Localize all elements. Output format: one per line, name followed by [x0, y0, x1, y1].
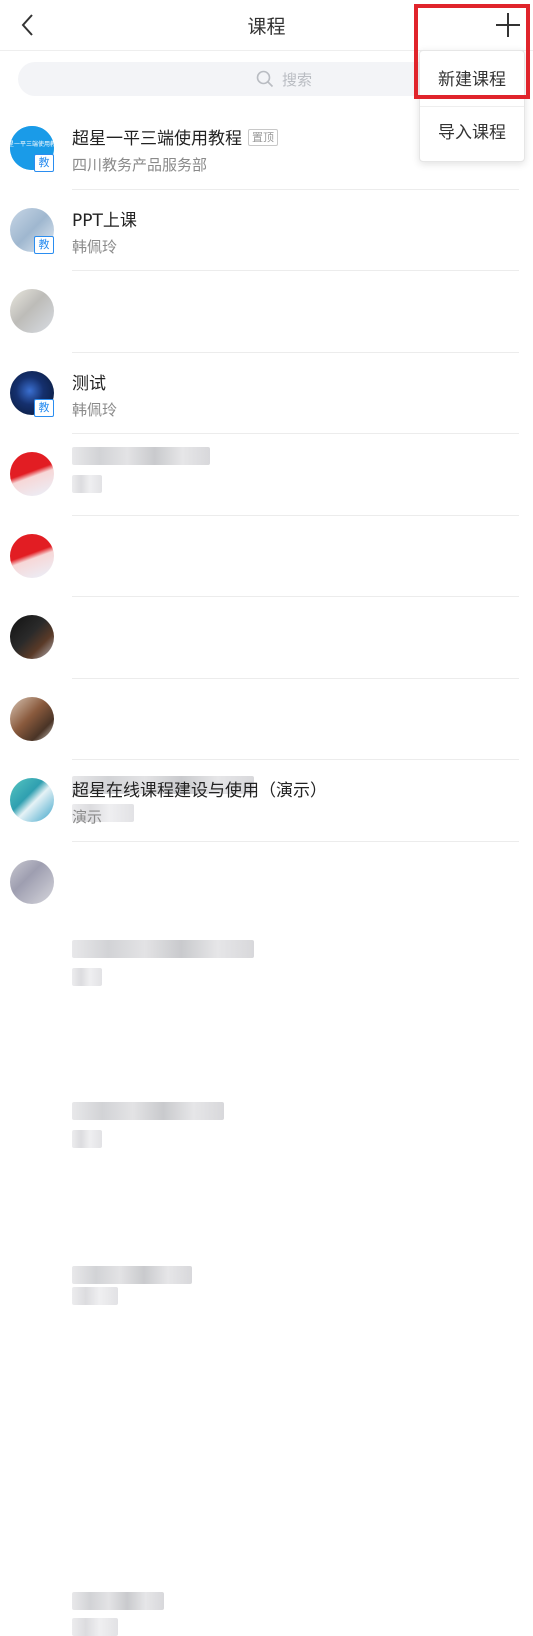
course-cover-blurred — [10, 859, 54, 904]
highlight-box — [414, 4, 530, 99]
list-item[interactable]: 教 测试 韩佩玲 — [0, 353, 533, 434]
course-list: 超星一平三端使用教程 教 超星一平三端使用教程置顶 四川教务产品服务部 教 PP… — [0, 108, 533, 1636]
course-teacher: 四川教务产品服务部 — [72, 156, 208, 174]
search-placeholder: 搜索 — [282, 71, 313, 89]
cover-text: 超星一平三端使用教程 — [10, 140, 54, 148]
course-cover-blurred — [10, 452, 54, 496]
blurred-name — [72, 1591, 164, 1610]
course-name: 超星一平三端使用教程 置顶 — [72, 124, 278, 149]
course-cover-blurred — [10, 696, 54, 741]
blurred-name — [72, 1265, 192, 1284]
course-teacher: 韩佩玲 — [72, 237, 118, 256]
course-cover-blurred — [10, 615, 54, 659]
course-name: 超星在线课程建设与使用（演示） — [72, 781, 327, 801]
blurred-subtitle — [72, 967, 102, 986]
pinned-tag: 置顶 — [248, 129, 278, 146]
course-cover-blurred — [10, 533, 54, 578]
course-name-text: 超星一平三端使用教程 — [72, 129, 242, 149]
menu-item-import-course[interactable]: 导入课程 — [420, 106, 524, 160]
list-item[interactable] — [0, 679, 533, 1305]
blurred-subtitle — [72, 1617, 118, 1636]
list-item[interactable]: 教 PPT上课 韩佩玲 — [0, 190, 533, 271]
course-teacher: 韩佩玲 — [72, 400, 118, 419]
teacher-badge: 教 — [34, 154, 54, 172]
course-name: PPT上课 — [72, 210, 137, 231]
teacher-badge: 教 — [34, 398, 54, 417]
blurred-subtitle — [72, 1286, 118, 1305]
course-cover-blurred — [10, 289, 54, 333]
blurred-name — [72, 939, 254, 958]
course-teacher: 演示 — [72, 808, 103, 826]
blurred-subtitle — [72, 1130, 102, 1148]
list-item[interactable] — [0, 597, 533, 1148]
list-item[interactable] — [0, 434, 533, 822]
search-icon — [256, 70, 274, 88]
course-cover — [10, 778, 54, 822]
list-item[interactable] — [0, 516, 533, 986]
list-item[interactable] — [0, 271, 533, 493]
blurred-name — [72, 1102, 224, 1120]
teacher-badge: 教 — [34, 235, 54, 254]
course-name: 测试 — [72, 373, 106, 394]
list-item[interactable]: 超星在线课程建设与使用（演示） 演示 — [0, 760, 533, 842]
list-item[interactable] — [0, 842, 533, 1636]
